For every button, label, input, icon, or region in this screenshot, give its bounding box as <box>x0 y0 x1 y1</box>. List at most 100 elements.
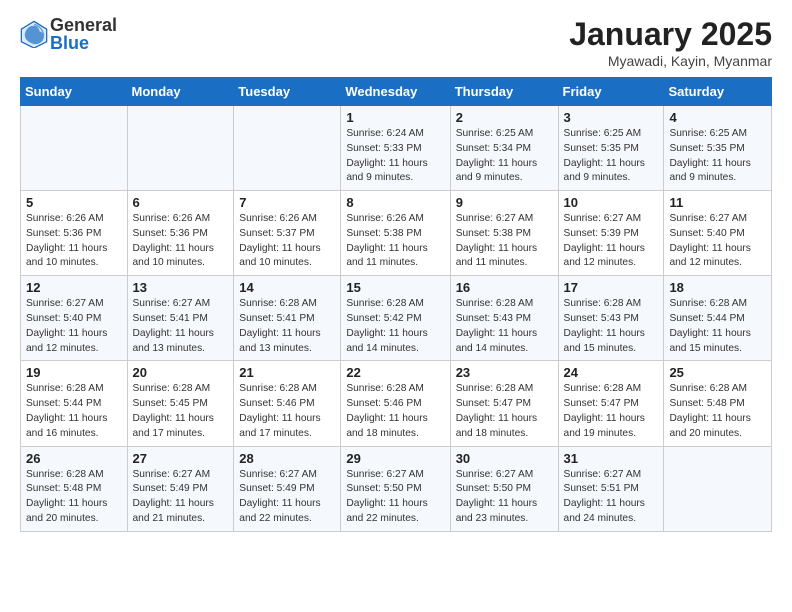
day-info: Sunrise: 6:26 AMSunset: 5:38 PMDaylight:… <box>346 212 444 271</box>
day-number: 20 <box>133 365 229 380</box>
day-info: Sunrise: 6:25 AMSunset: 5:34 PMDaylight:… <box>456 127 553 186</box>
calendar-cell: 11 Sunrise: 6:27 AMSunset: 5:40 PMDayligh… <box>664 191 772 276</box>
day-number: 30 <box>456 451 553 466</box>
calendar-cell: 5 Sunrise: 6:26 AMSunset: 5:36 PMDaylight… <box>21 191 128 276</box>
day-info: Sunrise: 6:27 AMSunset: 5:41 PMDaylight:… <box>133 297 229 356</box>
day-info: Sunrise: 6:27 AMSunset: 5:49 PMDaylight:… <box>133 468 229 527</box>
logo: General Blue <box>20 16 117 52</box>
day-info: Sunrise: 6:27 AMSunset: 5:40 PMDaylight:… <box>26 297 122 356</box>
day-info: Sunrise: 6:24 AMSunset: 5:33 PMDaylight:… <box>346 127 444 186</box>
day-number: 14 <box>239 280 335 295</box>
calendar-cell <box>21 106 128 191</box>
day-number: 8 <box>346 195 444 210</box>
title-block: January 2025 Myawadi, Kayin, Myanmar <box>569 16 772 69</box>
day-number: 28 <box>239 451 335 466</box>
calendar-table: Sunday Monday Tuesday Wednesday Thursday… <box>20 77 772 532</box>
calendar-cell: 4 Sunrise: 6:25 AMSunset: 5:35 PMDaylight… <box>664 106 772 191</box>
calendar-cell: 23 Sunrise: 6:28 AMSunset: 5:47 PMDayligh… <box>450 361 558 446</box>
day-number: 17 <box>564 280 659 295</box>
day-info: Sunrise: 6:28 AMSunset: 5:47 PMDaylight:… <box>564 382 659 441</box>
day-info: Sunrise: 6:27 AMSunset: 5:50 PMDaylight:… <box>346 468 444 527</box>
header-wednesday: Wednesday <box>341 78 450 106</box>
calendar-week-1: 1 Sunrise: 6:24 AMSunset: 5:33 PMDaylight… <box>21 106 772 191</box>
calendar-cell: 22Sunrise: 6:28 AMSunset: 5:46 PMDayligh… <box>341 361 450 446</box>
calendar-cell: 12 Sunrise: 6:27 AMSunset: 5:40 PMDayligh… <box>21 276 128 361</box>
day-info: Sunrise: 6:26 AMSunset: 5:36 PMDaylight:… <box>26 212 122 271</box>
day-number: 13 <box>133 280 229 295</box>
calendar-cell: 19Sunrise: 6:28 AMSunset: 5:44 PMDayligh… <box>21 361 128 446</box>
calendar-cell: 6 Sunrise: 6:26 AMSunset: 5:36 PMDaylight… <box>127 191 234 276</box>
day-info: Sunrise: 6:27 AMSunset: 5:51 PMDaylight:… <box>564 468 659 527</box>
day-number: 23 <box>456 365 553 380</box>
calendar-cell: 15 Sunrise: 6:28 AMSunset: 5:42 PMDayligh… <box>341 276 450 361</box>
day-number: 4 <box>669 110 766 125</box>
logo-text: General Blue <box>50 16 117 52</box>
day-info: Sunrise: 6:27 AMSunset: 5:49 PMDaylight:… <box>239 468 335 527</box>
calendar-cell: 8 Sunrise: 6:26 AMSunset: 5:38 PMDaylight… <box>341 191 450 276</box>
calendar-cell: 1 Sunrise: 6:24 AMSunset: 5:33 PMDaylight… <box>341 106 450 191</box>
day-info: Sunrise: 6:27 AMSunset: 5:39 PMDaylight:… <box>564 212 659 271</box>
day-number: 11 <box>669 195 766 210</box>
day-number: 18 <box>669 280 766 295</box>
day-info: Sunrise: 6:28 AMSunset: 5:42 PMDaylight:… <box>346 297 444 356</box>
calendar-cell: 16 Sunrise: 6:28 AMSunset: 5:43 PMDayligh… <box>450 276 558 361</box>
day-info: Sunrise: 6:28 AMSunset: 5:44 PMDaylight:… <box>669 297 766 356</box>
day-number: 9 <box>456 195 553 210</box>
calendar-cell: 17 Sunrise: 6:28 AMSunset: 5:43 PMDayligh… <box>558 276 664 361</box>
calendar-cell: 7 Sunrise: 6:26 AMSunset: 5:37 PMDaylight… <box>234 191 341 276</box>
day-info: Sunrise: 6:28 AMSunset: 5:46 PMDaylight:… <box>346 382 444 441</box>
header-monday: Monday <box>127 78 234 106</box>
day-info: Sunrise: 6:27 AMSunset: 5:50 PMDaylight:… <box>456 468 553 527</box>
calendar-cell: 25Sunrise: 6:28 AMSunset: 5:48 PMDayligh… <box>664 361 772 446</box>
calendar-cell: 18 Sunrise: 6:28 AMSunset: 5:44 PMDayligh… <box>664 276 772 361</box>
calendar-cell: 29 Sunrise: 6:27 AMSunset: 5:50 PMDayligh… <box>341 446 450 531</box>
weekday-header-row: Sunday Monday Tuesday Wednesday Thursday… <box>21 78 772 106</box>
calendar-cell: 31 Sunrise: 6:27 AMSunset: 5:51 PMDayligh… <box>558 446 664 531</box>
calendar-cell: 28 Sunrise: 6:27 AMSunset: 5:49 PMDayligh… <box>234 446 341 531</box>
day-info: Sunrise: 6:26 AMSunset: 5:37 PMDaylight:… <box>239 212 335 271</box>
calendar-cell: 2 Sunrise: 6:25 AMSunset: 5:34 PMDaylight… <box>450 106 558 191</box>
day-number: 5 <box>26 195 122 210</box>
day-number: 26 <box>26 451 122 466</box>
day-number: 1 <box>346 110 444 125</box>
header-saturday: Saturday <box>664 78 772 106</box>
day-info: Sunrise: 6:28 AMSunset: 5:48 PMDaylight:… <box>669 382 766 441</box>
calendar-week-5: 26 Sunrise: 6:28 AMSunset: 5:48 PMDayligh… <box>21 446 772 531</box>
logo-icon <box>20 20 48 48</box>
day-number: 6 <box>133 195 229 210</box>
day-number: 29 <box>346 451 444 466</box>
header: General Blue January 2025 Myawadi, Kayin… <box>20 16 772 69</box>
day-info: Sunrise: 6:28 AMSunset: 5:48 PMDaylight:… <box>26 468 122 527</box>
calendar-cell <box>127 106 234 191</box>
day-number: 2 <box>456 110 553 125</box>
day-number: 31 <box>564 451 659 466</box>
page: General Blue January 2025 Myawadi, Kayin… <box>0 0 792 548</box>
day-info: Sunrise: 6:26 AMSunset: 5:36 PMDaylight:… <box>133 212 229 271</box>
header-tuesday: Tuesday <box>234 78 341 106</box>
month-title: January 2025 <box>569 16 772 53</box>
day-number: 15 <box>346 280 444 295</box>
calendar-cell: 30 Sunrise: 6:27 AMSunset: 5:50 PMDayligh… <box>450 446 558 531</box>
header-friday: Friday <box>558 78 664 106</box>
calendar-cell: 24Sunrise: 6:28 AMSunset: 5:47 PMDayligh… <box>558 361 664 446</box>
day-info: Sunrise: 6:25 AMSunset: 5:35 PMDaylight:… <box>564 127 659 186</box>
day-info: Sunrise: 6:25 AMSunset: 5:35 PMDaylight:… <box>669 127 766 186</box>
day-info: Sunrise: 6:28 AMSunset: 5:47 PMDaylight:… <box>456 382 553 441</box>
day-number: 7 <box>239 195 335 210</box>
day-info: Sunrise: 6:27 AMSunset: 5:40 PMDaylight:… <box>669 212 766 271</box>
day-number: 21 <box>239 365 335 380</box>
calendar-week-4: 19Sunrise: 6:28 AMSunset: 5:44 PMDayligh… <box>21 361 772 446</box>
calendar-cell: 13 Sunrise: 6:27 AMSunset: 5:41 PMDayligh… <box>127 276 234 361</box>
calendar-cell: 9Sunrise: 6:27 AMSunset: 5:38 PMDaylight… <box>450 191 558 276</box>
header-sunday: Sunday <box>21 78 128 106</box>
calendar-cell <box>234 106 341 191</box>
day-info: Sunrise: 6:28 AMSunset: 5:43 PMDaylight:… <box>456 297 553 356</box>
logo-blue-text: Blue <box>50 34 117 52</box>
calendar-cell: 21Sunrise: 6:28 AMSunset: 5:46 PMDayligh… <box>234 361 341 446</box>
day-info: Sunrise: 6:28 AMSunset: 5:43 PMDaylight:… <box>564 297 659 356</box>
day-number: 16 <box>456 280 553 295</box>
day-number: 12 <box>26 280 122 295</box>
day-number: 3 <box>564 110 659 125</box>
day-number: 10 <box>564 195 659 210</box>
calendar-cell: 20Sunrise: 6:28 AMSunset: 5:45 PMDayligh… <box>127 361 234 446</box>
